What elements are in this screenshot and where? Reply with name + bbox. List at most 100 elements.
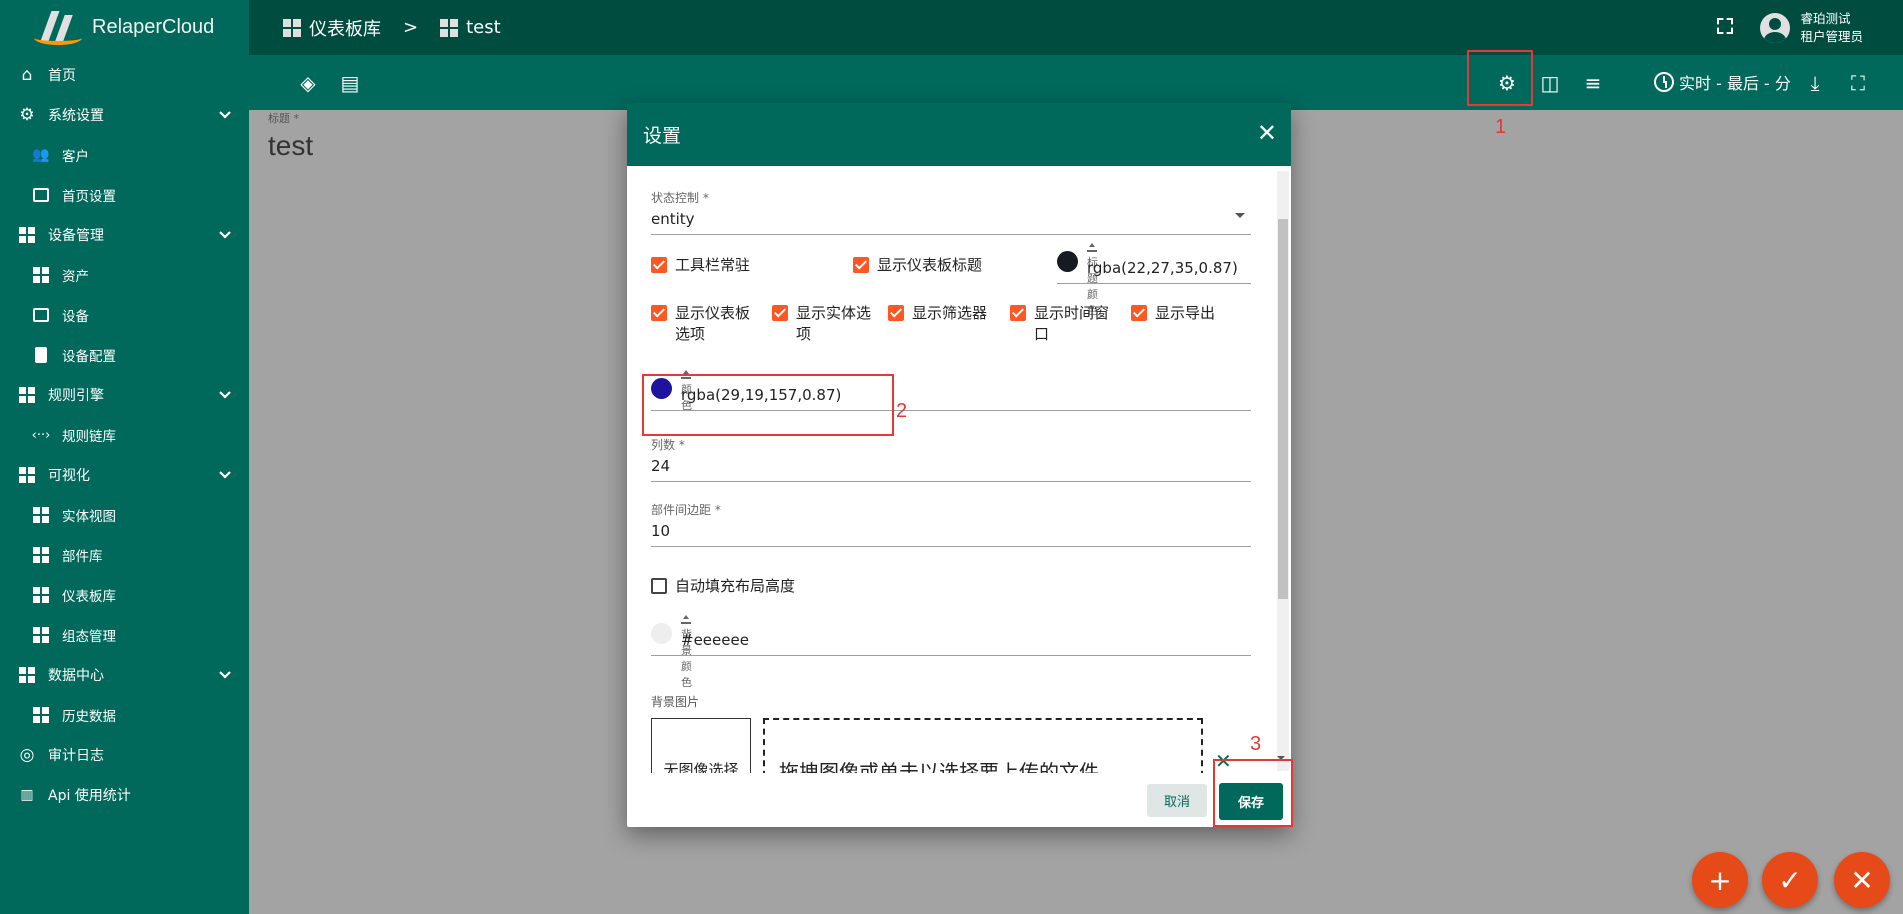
margin-value: 10	[651, 522, 671, 540]
settings-dialog: 设置 ✕ 状态控制 * entity 工具栏常驻 显示仪表板标题 标题颜色 rg…	[627, 103, 1291, 827]
widgets-icon	[30, 544, 52, 566]
sidebar-item-label: 组态管理	[62, 629, 116, 645]
sidebar-item-api-usage[interactable]: ▥ Api 使用统计	[0, 775, 249, 815]
filter-icon[interactable]: ≡	[1580, 70, 1606, 96]
sidebar-item-label: Api 使用统计	[48, 788, 131, 804]
chevron-down-icon	[219, 391, 231, 399]
discard-button[interactable]: ✕	[1834, 852, 1890, 908]
dropdown-arrow-icon	[1235, 213, 1245, 218]
sidebar-item-device-profiles[interactable]: 设备配置	[0, 335, 249, 375]
columns-input[interactable]: 列数 * 24	[651, 436, 1251, 482]
sidebar-item-rule-chains[interactable]: ‹··› 规则链库	[0, 415, 249, 455]
fullscreen-icon[interactable]: ⛶	[1845, 70, 1871, 96]
autofill-height-checkbox[interactable]: 自动填充布局高度	[651, 576, 795, 597]
close-icon[interactable]: ✕	[1257, 121, 1277, 145]
layout-icon[interactable]: ▤	[337, 70, 363, 96]
sidebar-item-dashboard-library[interactable]: 仪表板库	[0, 575, 249, 615]
sidebar-item-system-settings[interactable]: ⚙ 系统设置	[0, 95, 249, 135]
sidebar-item-label: 设备管理	[48, 228, 104, 244]
annotation-number-3: 3	[1250, 733, 1262, 755]
sidebar-item-scada[interactable]: 组态管理	[0, 615, 249, 655]
sidebar-item-label: 首页	[48, 68, 76, 84]
sidebar-item-label: 数据中心	[48, 668, 104, 684]
dashboard-icon	[283, 18, 301, 37]
apply-button[interactable]: ✓	[1762, 852, 1818, 908]
sidebar-item-device-management[interactable]: 设备管理	[0, 215, 249, 255]
breadcrumb: 仪表板库 > test 睿珀测试 租户管理员	[249, 0, 1903, 55]
user-name: 睿珀测试	[1800, 11, 1851, 26]
sidebar-item-history-data[interactable]: 历史数据	[0, 695, 249, 735]
download-icon[interactable]: ⤓	[1802, 70, 1828, 96]
title-label: 标题 *	[268, 112, 299, 125]
user-role: 租户管理员	[1800, 29, 1863, 44]
time-window-label: 实时 - 最后 - 分	[1679, 74, 1791, 93]
chevron-down-icon	[219, 231, 231, 239]
dashboard-toolbar: ◈ ▤ ⚙ ◫ ≡ 实时 - 最后 - 分 ⤓ ⛶	[249, 55, 1903, 110]
app-logo[interactable]: RelaperCloud	[0, 0, 249, 55]
columns-label: 列数 *	[651, 438, 685, 452]
sidebar-item-customers[interactable]: 👥 客户	[0, 135, 249, 175]
chevron-down-icon	[219, 111, 231, 119]
sidebar-item-label: 设备配置	[62, 349, 116, 365]
add-widget-button[interactable]: +	[1692, 852, 1748, 908]
sidebar-item-label: 仪表板库	[62, 589, 116, 605]
checkbox-label: 显示导出	[1155, 304, 1216, 322]
user-menu[interactable]: 睿珀测试 租户管理员	[1760, 10, 1863, 46]
layers-icon[interactable]: ◈	[295, 70, 321, 96]
sidebar: RelaperCloud ⌂ 首页 ⚙ 系统设置 👥 客户 首页设置 设备管理 资产 …	[0, 0, 249, 914]
sidebar-item-audit-logs[interactable]: ◎ 审计日志	[0, 735, 249, 775]
home-icon: ⌂	[21, 65, 33, 85]
fullscreen-icon[interactable]	[1717, 18, 1733, 34]
sidebar-item-label: 客户	[62, 149, 89, 165]
sidebar-item-label: 规则引擎	[48, 388, 104, 404]
sidebar-item-rule-engine[interactable]: 规则引擎	[0, 375, 249, 415]
profile-icon	[30, 344, 52, 366]
checkbox-label: 工具栏常驻	[675, 256, 751, 274]
state-control-select[interactable]: 状态控制 * entity	[651, 189, 1251, 235]
breadcrumb-item-current: test	[440, 17, 501, 38]
show-dashboard-options-checkbox[interactable]: 显示仪表板选项	[651, 303, 761, 345]
people-icon: 👥	[32, 147, 50, 163]
dialog-body: 状态控制 * entity 工具栏常驻 显示仪表板标题 标题颜色 rgba(22…	[627, 166, 1291, 773]
checkbox-label: 显示仪表板选项	[675, 304, 751, 343]
sidebar-item-home[interactable]: ⌂ 首页	[0, 55, 249, 95]
checkbox-label: 自动填充布局高度	[675, 577, 796, 595]
sidebar-item-devices[interactable]: 设备	[0, 295, 249, 335]
show-entity-options-checkbox[interactable]: 显示实体选项	[772, 303, 872, 345]
clock-icon	[1654, 72, 1674, 92]
sidebar-item-entity-views[interactable]: 实体视图	[0, 495, 249, 535]
sidebar-item-home-settings[interactable]: 首页设置	[0, 175, 249, 215]
annotation-number-1: 1	[1495, 116, 1507, 138]
plus-icon: +	[1708, 863, 1732, 897]
scrollbar[interactable]	[1277, 171, 1289, 771]
building-icon	[16, 224, 38, 246]
toolbar-always-open-checkbox[interactable]: 工具栏常驻	[651, 255, 750, 276]
sidebar-item-assets[interactable]: 资产	[0, 255, 249, 295]
show-timewindow-checkbox[interactable]: 显示时间窗口	[1010, 303, 1110, 345]
sidebar-item-label: 实体视图	[62, 509, 116, 525]
palette-icon	[1087, 243, 1097, 252]
breadcrumb-item-dashboards[interactable]: 仪表板库	[283, 15, 381, 41]
avatar	[1760, 13, 1791, 43]
device-icon[interactable]: ◫	[1537, 70, 1563, 96]
columns-value: 24	[651, 457, 671, 475]
show-filters-checkbox[interactable]: 显示筛选器	[888, 303, 987, 324]
app-name: RelaperCloud	[92, 16, 215, 38]
image-dropzone[interactable]: 拖拽图像或单击以选择要上传的文件。	[763, 718, 1203, 773]
cancel-button[interactable]: 取消	[1147, 784, 1207, 817]
checkbox-label: 显示实体选项	[796, 304, 872, 343]
time-window-button[interactable]: 实时 - 最后 - 分	[1654, 70, 1791, 94]
sidebar-item-widget-library[interactable]: 部件库	[0, 535, 249, 575]
dialog-actions: ✕ 取消 保存	[627, 749, 1291, 827]
show-export-checkbox[interactable]: 显示导出	[1131, 303, 1215, 324]
breadcrumb-label: test	[466, 17, 501, 38]
code-icon: ‹··›	[31, 427, 51, 443]
sidebar-item-visualization[interactable]: 可视化	[0, 455, 249, 495]
dashboard-icon	[30, 624, 52, 646]
close-icon: ✕	[1850, 863, 1874, 897]
sidebar-item-data-center[interactable]: 数据中心	[0, 655, 249, 695]
check-icon: ✓	[1778, 863, 1802, 897]
widget-margin-input[interactable]: 部件间边距 * 10	[651, 501, 1251, 547]
show-title-checkbox[interactable]: 显示仪表板标题	[853, 255, 982, 276]
sidebar-item-label: 审计日志	[48, 748, 104, 764]
